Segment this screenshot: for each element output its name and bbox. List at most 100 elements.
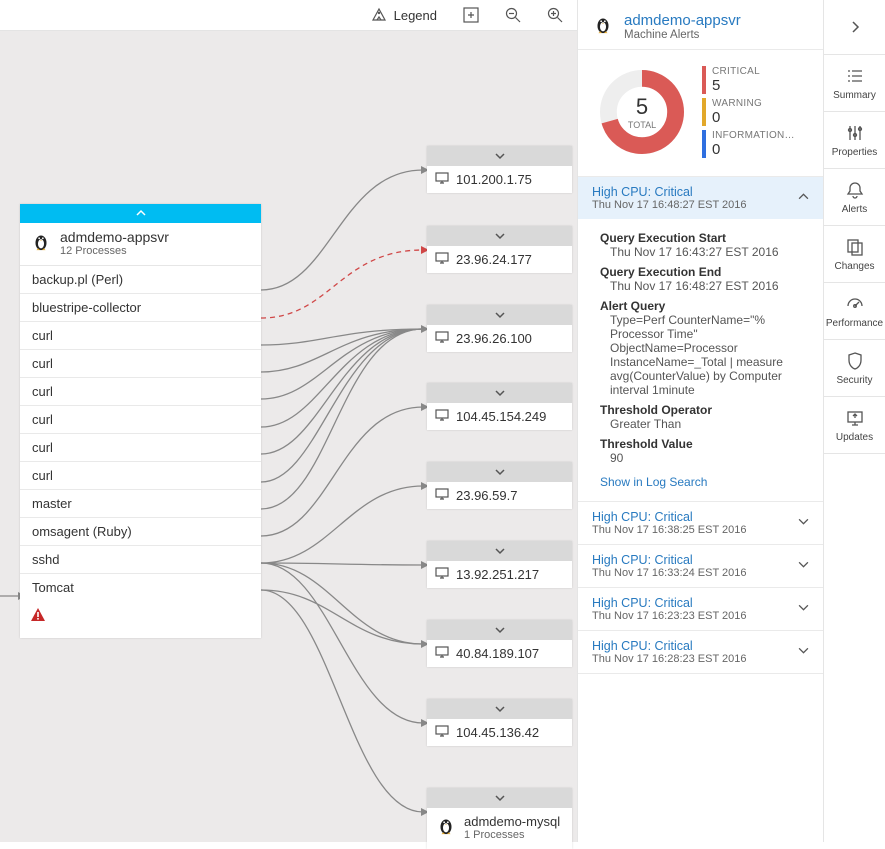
donut-chart: 5 TOTAL bbox=[594, 64, 690, 160]
dest-ip: 23.96.24.177 bbox=[456, 252, 532, 267]
panel-rail: Summary Properties Alerts Changes Perfor… bbox=[823, 0, 885, 842]
legend-button[interactable]: Legend bbox=[371, 7, 437, 23]
legend-icon bbox=[371, 7, 387, 23]
chevron-down-icon bbox=[798, 643, 809, 661]
dest-expand-toggle[interactable] bbox=[427, 305, 572, 325]
alert-title: High CPU: Critical bbox=[592, 639, 747, 653]
dest-expand-toggle[interactable] bbox=[427, 788, 572, 808]
alert-title: High CPU: Critical bbox=[592, 510, 747, 524]
monitor-icon bbox=[435, 330, 449, 347]
process-row[interactable]: sshd bbox=[20, 546, 261, 574]
sev-info-count: 0 bbox=[712, 141, 795, 158]
dest-expand-toggle[interactable] bbox=[427, 383, 572, 403]
rail-summary[interactable]: Summary bbox=[824, 55, 885, 112]
rail-properties[interactable]: Properties bbox=[824, 112, 885, 169]
dest-ip: 40.84.189.107 bbox=[456, 646, 539, 661]
dest-machine-node[interactable]: admdemo-mysql 1 Processes bbox=[427, 788, 572, 849]
dest-expand-toggle[interactable] bbox=[427, 620, 572, 640]
process-row[interactable]: curl bbox=[20, 406, 261, 434]
alert-header[interactable]: High CPU: CriticalThu Nov 17 16:23:23 ES… bbox=[578, 588, 823, 630]
process-row[interactable]: master bbox=[20, 490, 261, 518]
panel-subtitle: Machine Alerts bbox=[624, 29, 741, 41]
card-alert-indicator[interactable] bbox=[20, 601, 261, 638]
dest-machine-subtitle: 1 Processes bbox=[464, 829, 560, 841]
alert-header[interactable]: High CPU: CriticalThu Nov 17 16:33:24 ES… bbox=[578, 545, 823, 587]
alert-date: Thu Nov 17 16:23:23 EST 2016 bbox=[592, 610, 747, 622]
chevron-down-icon bbox=[798, 557, 809, 575]
dest-node[interactable]: 23.96.26.100 bbox=[427, 305, 572, 352]
sev-warning-count: 0 bbox=[712, 109, 762, 126]
exec-end-value: Thu Nov 17 16:48:27 EST 2016 bbox=[600, 279, 809, 293]
alert-header[interactable]: High CPU: CriticalThu Nov 17 16:38:25 ES… bbox=[578, 502, 823, 544]
dest-node[interactable]: 13.92.251.217 bbox=[427, 541, 572, 588]
zoom-in-button[interactable] bbox=[547, 7, 563, 23]
rail-alerts[interactable]: Alerts bbox=[824, 169, 885, 226]
monitor-icon bbox=[435, 724, 449, 741]
dest-node[interactable]: 23.96.24.177 bbox=[427, 226, 572, 273]
dest-ip: 23.96.59.7 bbox=[456, 488, 517, 503]
source-machine-card[interactable]: admdemo-appsvr 12 Processes backup.pl (P… bbox=[20, 204, 261, 638]
rail-label: Alerts bbox=[842, 204, 868, 215]
dest-node[interactable]: 104.45.154.249 bbox=[427, 383, 572, 430]
rail-changes[interactable]: Changes bbox=[824, 226, 885, 283]
alert-header[interactable]: High CPU: Critical Thu Nov 17 16:48:27 E… bbox=[578, 177, 823, 219]
process-row[interactable]: curl bbox=[20, 322, 261, 350]
dest-node[interactable]: 101.200.1.75 bbox=[427, 146, 572, 193]
zoom-in-icon bbox=[547, 7, 563, 23]
severity-bar-critical bbox=[702, 66, 706, 94]
process-row[interactable]: bluestripe-collector bbox=[20, 294, 261, 322]
dependency-map-canvas[interactable]: Legend bbox=[0, 0, 577, 842]
zoom-out-button[interactable] bbox=[505, 7, 521, 23]
dest-ip: 23.96.26.100 bbox=[456, 331, 532, 346]
source-title: admdemo-appsvr bbox=[60, 229, 169, 245]
alert-date: Thu Nov 17 16:28:23 EST 2016 bbox=[592, 653, 747, 665]
alert-item: High CPU: CriticalThu Nov 17 16:33:24 ES… bbox=[578, 545, 823, 588]
threshold-value-label: Threshold Value bbox=[600, 437, 809, 451]
alert-item: High CPU: CriticalThu Nov 17 16:28:23 ES… bbox=[578, 631, 823, 674]
linux-icon bbox=[435, 814, 457, 841]
process-row[interactable]: curl bbox=[20, 462, 261, 490]
alert-item: High CPU: CriticalThu Nov 17 16:38:25 ES… bbox=[578, 502, 823, 545]
dest-node[interactable]: 40.84.189.107 bbox=[427, 620, 572, 667]
dest-expand-toggle[interactable] bbox=[427, 541, 572, 561]
panel-expand-button[interactable] bbox=[824, 0, 885, 55]
donut-total-label: TOTAL bbox=[628, 120, 656, 130]
log-search-link[interactable]: Show in Log Search bbox=[600, 475, 809, 489]
alert-date: Thu Nov 17 16:48:27 EST 2016 bbox=[592, 199, 747, 211]
process-row[interactable]: curl bbox=[20, 434, 261, 462]
dest-expand-toggle[interactable] bbox=[427, 146, 572, 166]
rail-performance[interactable]: Performance bbox=[824, 283, 885, 340]
alert-header[interactable]: High CPU: CriticalThu Nov 17 16:28:23 ES… bbox=[578, 631, 823, 673]
monitor-icon bbox=[435, 487, 449, 504]
dest-node[interactable]: 104.45.136.42 bbox=[427, 699, 572, 746]
linux-icon bbox=[592, 13, 614, 40]
panel-title: admdemo-appsvr bbox=[624, 12, 741, 29]
panel-header: admdemo-appsvr Machine Alerts bbox=[578, 0, 823, 50]
collapse-toggle[interactable] bbox=[20, 207, 261, 223]
fit-icon bbox=[463, 7, 479, 23]
sev-info-label: INFORMATION… bbox=[712, 130, 795, 141]
sev-warning-label: WARNING bbox=[712, 98, 762, 109]
alert-date: Thu Nov 17 16:38:25 EST 2016 bbox=[592, 524, 747, 536]
process-row[interactable]: curl bbox=[20, 378, 261, 406]
dest-ip: 104.45.136.42 bbox=[456, 725, 539, 740]
rail-label: Security bbox=[836, 375, 872, 386]
process-row[interactable]: backup.pl (Perl) bbox=[20, 266, 261, 294]
process-row[interactable]: Tomcat bbox=[20, 574, 261, 601]
process-row[interactable]: curl bbox=[20, 350, 261, 378]
chevron-down-icon bbox=[798, 514, 809, 532]
rail-security[interactable]: Security bbox=[824, 340, 885, 397]
linux-icon bbox=[30, 230, 52, 257]
dest-expand-toggle[interactable] bbox=[427, 462, 572, 482]
monitor-icon bbox=[435, 566, 449, 583]
monitor-icon bbox=[435, 171, 449, 188]
rail-updates[interactable]: Updates bbox=[824, 397, 885, 454]
dest-node[interactable]: 23.96.59.7 bbox=[427, 462, 572, 509]
alert-title: High CPU: Critical bbox=[592, 185, 747, 199]
dest-expand-toggle[interactable] bbox=[427, 699, 572, 719]
dest-expand-toggle[interactable] bbox=[427, 226, 572, 246]
query-value: Type=Perf CounterName="% Processor Time"… bbox=[600, 313, 809, 397]
fit-to-screen-button[interactable] bbox=[463, 7, 479, 23]
process-row[interactable]: omsagent (Ruby) bbox=[20, 518, 261, 546]
legend-label: Legend bbox=[394, 8, 437, 23]
